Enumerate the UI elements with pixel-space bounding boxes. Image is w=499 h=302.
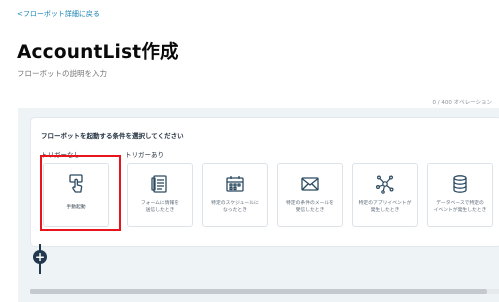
no-trigger-group-label: トリガーなし [41,151,80,159]
trigger-selection-panel: フローボットを起動する条件を選択してください トリガーなし トリガーあり 手動起… [31,118,499,246]
trigger-card-schedule[interactable]: 特定のスケジュールに なったとき [202,163,268,227]
database-icon [449,173,471,195]
page-title: AccountList作成 [17,42,179,63]
trigger-group-label: トリガーあり [125,151,164,159]
flowbot-description-input[interactable] [17,66,317,80]
trigger-card-label: 手動起動 [66,205,86,210]
trigger-card-label: 特定のアプリイベントが 発生したとき [358,201,412,213]
trigger-card-email[interactable]: 特定の条件のメールを 受信したとき [277,163,343,227]
trigger-card-label: 特定の条件のメールを 受信したとき [286,201,334,213]
trigger-card-database[interactable]: データベースで特定の イベントが発生したとき [427,163,493,227]
mail-icon [299,173,321,195]
trigger-card-app-event[interactable]: 特定のアプリイベントが 発生したとき [352,163,418,227]
add-step-button[interactable]: + [33,250,47,264]
trigger-card-label: データベースで特定の イベントが発生したとき [433,201,487,213]
app-network-icon [374,173,396,195]
back-to-flowbot-detail-link[interactable]: <フローボット詳細に戻る [17,9,100,19]
flow-canvas: フローボットを起動する条件を選択してください トリガーなし トリガーあり 手動起… [18,108,499,302]
scrollbar-thumb[interactable] [30,289,487,294]
trigger-card-manual[interactable]: 手動起動 [43,163,109,227]
calendar-schedule-icon [224,173,246,195]
trigger-card-form[interactable]: フォームに情報を 送信したとき [127,163,193,227]
trigger-card-label: フォームに情報を 送信したとき [140,201,180,213]
horizontal-scrollbar[interactable] [30,289,499,294]
trigger-card-label: 特定のスケジュールに なったとき [211,201,259,213]
hand-pointer-icon [65,173,87,195]
operation-count: 0 / 400 オペレーション [432,100,493,106]
panel-heading: フローボットを起動する条件を選択してください [41,132,184,140]
form-icon [149,173,171,195]
